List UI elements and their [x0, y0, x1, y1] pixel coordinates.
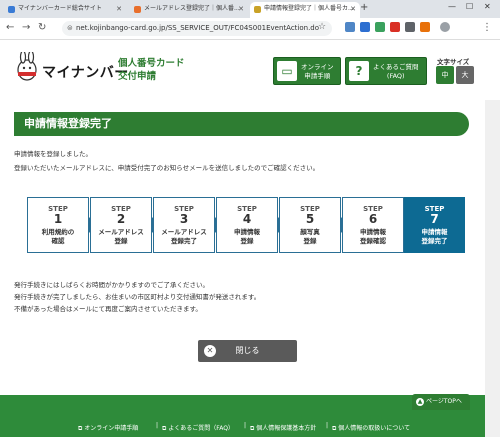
url-field[interactable]: ⊜ net.kojinbango-card.go.jp/SS_SERVICE_O… [62, 21, 332, 36]
note-line3: 不備があった場合はメールにて再度ご案内させていただきます。 [14, 305, 202, 313]
page-title: 申請情報登録完了 [14, 112, 469, 136]
browser-tab[interactable]: メールアドレス登録完了｜個人番... ✕ [130, 2, 248, 18]
close-tab-icon[interactable]: ✕ [116, 2, 122, 16]
arrow-up-icon: ▲ [416, 398, 424, 406]
extension-icon[interactable] [345, 22, 355, 32]
browser-menu-icon[interactable]: ⋮ [482, 22, 492, 33]
message-line1: 申請情報を登録しました。 [14, 150, 92, 158]
close-button[interactable]: ✕ 閉じる [198, 340, 297, 362]
tab-title: メールアドレス登録完了｜個人番... [144, 5, 240, 12]
note-line2: 発行手続きが完了しましたら、お住まいの市区町村より交付通知書が発送されます。 [14, 293, 261, 301]
close-tab-icon[interactable]: ✕ [350, 2, 356, 16]
footer-separator: | [326, 422, 329, 429]
page-top-label: ページTOPへ [426, 398, 462, 405]
step-item: STEP 1 利用規約の 確認 [27, 197, 89, 253]
monitor-icon: ▭ [277, 61, 297, 81]
online-procedure-button[interactable]: ▭ オンライン 申請手順 [273, 57, 341, 85]
footer-link-faq[interactable]: ⧉ よくあるご質問（FAQ） [162, 423, 234, 433]
reload-icon[interactable]: ↻ [38, 22, 46, 33]
font-size-medium-button[interactable]: 中 [436, 66, 454, 84]
app-title-line1: 個人番号カード [118, 58, 185, 69]
faq-btn-line2: (FAQ) [386, 72, 405, 80]
online-btn-line2: 申請手順 [304, 72, 331, 80]
favicon-icon [8, 6, 15, 13]
minimize-icon[interactable]: — [448, 2, 456, 11]
font-size-label: 文字サイズ [437, 58, 470, 66]
app-title-line2: 交付申請 [118, 71, 157, 82]
close-button-label: 閉じる [235, 346, 260, 355]
app-title: 個人番号カード 交付申請 [118, 57, 185, 83]
footer-link-online[interactable]: ⧉ オンライン申請手順 [78, 423, 138, 433]
profile-avatar[interactable] [440, 22, 450, 32]
footer-separator: | [244, 422, 247, 429]
faq-btn-line1: よくあるご質問 [373, 63, 419, 71]
step-item: STEP 2 メールアドレス 登録 [90, 197, 152, 253]
step-item: STEP 3 メールアドレス 登録完了 [153, 197, 215, 253]
external-link-icon: ⧉ [162, 425, 167, 432]
maximize-icon[interactable]: ☐ [466, 2, 473, 11]
footer-link-privacy-handling[interactable]: ⧉ 個人情報の取扱いについて [332, 423, 410, 433]
step-item: STEP 4 申請情報 登録 [216, 197, 278, 253]
new-tab-icon[interactable]: + [360, 2, 368, 13]
tab-title: マイナンバーカード総合サイト [18, 5, 102, 12]
close-window-icon[interactable]: ✕ [484, 2, 491, 11]
close-tab-icon[interactable]: ✕ [238, 2, 244, 16]
back-icon[interactable]: ← [6, 22, 14, 33]
browser-tab[interactable]: マイナンバーカード総合サイト ✕ [4, 2, 126, 18]
close-icon: ✕ [204, 345, 216, 357]
extension-icon[interactable] [405, 22, 415, 32]
faq-button[interactable]: ? よくあるご質問 (FAQ) [345, 57, 427, 85]
note-line1: 発行手続きにはしばらくお時間がかかりますのでご了承ください。 [14, 281, 209, 289]
external-link-icon: ⧉ [250, 425, 255, 432]
step-item: STEP 5 顔写真 登録 [279, 197, 341, 253]
url-text: net.kojinbango-card.go.jp/SS_SERVICE_OUT… [76, 24, 320, 32]
extension-icon[interactable] [360, 22, 370, 32]
footer-link-privacy-policy[interactable]: ⧉ 個人情報保護基本方針 [250, 423, 316, 433]
footer-separator: | [156, 422, 159, 429]
tab-title: 申請情報登録完了｜個人番号カ... [264, 5, 354, 12]
bookmark-star-icon[interactable]: ☆ [318, 22, 326, 32]
external-link-icon: ⧉ [78, 425, 83, 432]
message-line2: 登録いただいたメールアドレスに、申請受付完了のお知らせメールを送信しましたのでご… [14, 164, 320, 172]
extension-icon[interactable] [375, 22, 385, 32]
step-item: STEP 6 申請情報 登録確認 [342, 197, 404, 253]
forward-icon[interactable]: → [22, 22, 30, 33]
logo-text[interactable]: マイナンバー [42, 62, 129, 82]
page-top-button[interactable]: ▲ ページTOPへ [412, 394, 470, 410]
online-btn-line1: オンライン [301, 63, 334, 71]
question-icon: ? [349, 61, 369, 81]
font-size-large-button[interactable]: 大 [456, 66, 474, 84]
browser-tab-active[interactable]: 申請情報登録完了｜個人番号カ... ✕ [250, 2, 360, 18]
favicon-icon [134, 6, 141, 13]
address-bar: ← → ↻ ⊜ net.kojinbango-card.go.jp/SS_SER… [0, 18, 500, 40]
step-progress: STEP 1 利用規約の 確認 STEP 2 メールアドレス 登録 STEP 3… [27, 197, 465, 253]
favicon-icon [254, 6, 261, 13]
site-info-icon[interactable]: ⊜ [67, 21, 73, 36]
external-link-icon: ⧉ [332, 425, 337, 432]
step-item-current: STEP 7 申請情報 登録完了 [404, 197, 465, 253]
browser-tab-bar: マイナンバーカード総合サイト ✕ メールアドレス登録完了｜個人番... ✕ 申請… [0, 0, 500, 18]
extension-icon[interactable] [390, 22, 400, 32]
scrollbar[interactable] [485, 100, 500, 437]
mynumber-mascot-icon [17, 52, 37, 81]
extension-icon[interactable] [420, 22, 430, 32]
